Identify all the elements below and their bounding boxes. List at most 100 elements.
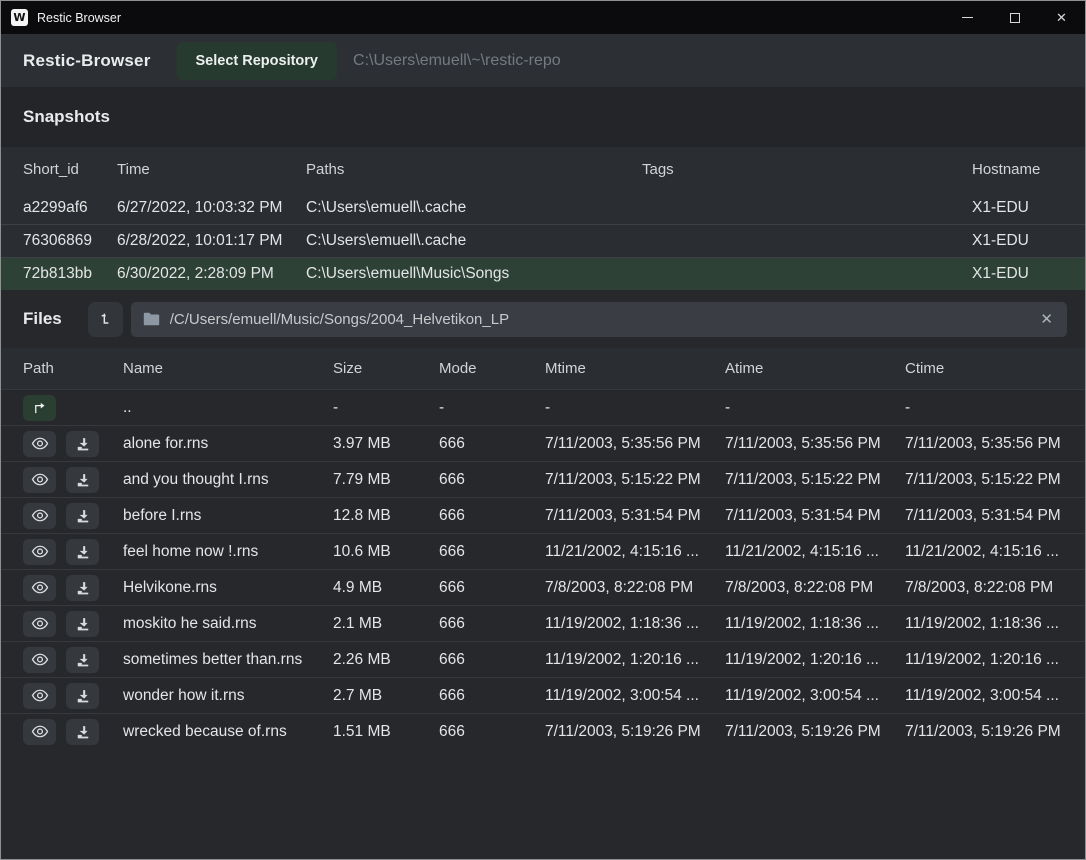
preview-button[interactable] [23,719,56,745]
snapshot-time: 6/30/2022, 2:28:09 PM [117,265,306,283]
files-table-header: Path Name Size Mode Mtime Atime Ctime [1,348,1085,389]
eye-icon [31,437,49,450]
file-size: 2.7 MB [333,687,439,705]
preview-button[interactable] [23,647,56,673]
root-nav-icon [97,311,113,327]
download-button[interactable] [66,719,99,745]
file-mode: 666 [439,507,545,525]
files-path-text: /C/Users/emuell/Music/Songs/2004_Helveti… [170,311,1039,328]
maximize-icon [1010,13,1020,23]
file-mtime: 7/11/2003, 5:35:56 PM [545,435,725,453]
eye-icon [31,545,49,558]
file-atime: 7/11/2003, 5:35:56 PM [725,435,905,453]
preview-button[interactable] [23,503,56,529]
file-mode: 666 [439,543,545,561]
file-atime: 11/21/2002, 4:15:16 ... [725,543,905,561]
col-hostname: Hostname [972,161,1075,178]
file-ctime: 11/19/2002, 1:18:36 ... [905,615,1075,633]
file-mtime: 7/11/2003, 5:31:54 PM [545,507,725,525]
file-size: 12.8 MB [333,507,439,525]
file-row: Helvikone.rns 4.9 MB 666 7/8/2003, 8:22:… [1,569,1085,605]
col-tags: Tags [642,161,972,178]
download-icon [76,473,90,487]
col-mode: Mode [439,360,545,377]
snapshot-short-id: a2299af6 [23,199,117,217]
col-short-id: Short_id [23,161,117,178]
file-atime: 7/11/2003, 5:31:54 PM [725,507,905,525]
root-nav-button[interactable] [88,302,123,337]
file-atime: 7/11/2003, 5:15:22 PM [725,471,905,489]
preview-button[interactable] [23,611,56,637]
download-button[interactable] [66,431,99,457]
file-row: wonder how it.rns 2.7 MB 666 11/19/2002,… [1,677,1085,713]
download-button[interactable] [66,575,99,601]
file-mode: 666 [439,651,545,669]
minimize-button[interactable] [944,1,991,34]
download-icon [76,689,90,703]
file-mode: 666 [439,687,545,705]
repository-toolbar: Restic-Browser Select Repository C:\User… [1,34,1085,87]
eye-icon [31,617,49,630]
file-size: 1.51 MB [333,723,439,741]
file-ctime: 11/21/2002, 4:15:16 ... [905,543,1075,561]
snapshot-row-selected[interactable]: 72b813bb 6/30/2022, 2:28:09 PM C:\Users\… [1,257,1085,290]
clear-path-button[interactable]: ✕ [1038,310,1055,328]
col-time: Time [117,161,306,178]
eye-icon [31,509,49,522]
preview-button[interactable] [23,539,56,565]
download-icon [76,653,90,667]
file-mode: 666 [439,471,545,489]
file-row: and you thought I.rns 7.79 MB 666 7/11/2… [1,461,1085,497]
file-size: 4.9 MB [333,579,439,597]
file-mode: 666 [439,435,545,453]
empty-area [1,749,1085,859]
file-mtime: 7/11/2003, 5:15:22 PM [545,471,725,489]
maximize-button[interactable] [991,1,1038,34]
file-row: before I.rns 12.8 MB 666 7/11/2003, 5:31… [1,497,1085,533]
snapshot-hostname: X1-EDU [972,232,1075,250]
repository-path-input[interactable]: C:\Users\emuell\~\restic-repo [353,52,1063,70]
col-paths: Paths [306,161,642,178]
select-repository-button[interactable]: Select Repository [177,42,338,80]
parent-dir-row: .. - - - - - [1,389,1085,425]
col-path: Path [23,360,123,377]
file-name: moskito he said.rns [123,615,333,633]
preview-button[interactable] [23,431,56,457]
snapshot-time: 6/28/2022, 10:01:17 PM [117,232,306,250]
eye-icon [31,653,49,666]
app-window: W Restic Browser ✕ Restic-Browser Select… [0,0,1086,860]
download-button[interactable] [66,611,99,637]
files-path-field[interactable]: /C/Users/emuell/Music/Songs/2004_Helveti… [131,302,1067,337]
level-up-button[interactable] [23,395,56,421]
preview-button[interactable] [23,467,56,493]
file-atime: 7/11/2003, 5:19:26 PM [725,723,905,741]
download-button[interactable] [66,683,99,709]
file-name: and you thought I.rns [123,471,333,489]
file-mode: 666 [439,615,545,633]
col-name: Name [123,360,333,377]
col-atime: Atime [725,360,905,377]
snapshot-paths: C:\Users\emuell\Music\Songs [306,265,642,283]
preview-button[interactable] [23,683,56,709]
file-ctime: 7/11/2003, 5:15:22 PM [905,471,1075,489]
file-name: Helvikone.rns [123,579,333,597]
download-icon [76,725,90,739]
download-button[interactable] [66,647,99,673]
window-title: Restic Browser [37,11,121,25]
snapshot-row[interactable]: a2299af6 6/27/2022, 10:03:32 PM C:\Users… [1,191,1085,224]
folder-icon [143,312,160,326]
file-atime: 11/19/2002, 1:18:36 ... [725,615,905,633]
download-button[interactable] [66,467,99,493]
col-size: Size [333,360,439,377]
download-icon [76,437,90,451]
level-up-icon [32,401,47,414]
file-ctime: 7/11/2003, 5:19:26 PM [905,723,1075,741]
snapshot-row[interactable]: 76306869 6/28/2022, 10:01:17 PM C:\Users… [1,224,1085,257]
preview-button[interactable] [23,575,56,601]
snapshots-title: Snapshots [23,107,110,127]
file-mtime: 11/19/2002, 1:18:36 ... [545,615,725,633]
download-button[interactable] [66,539,99,565]
download-button[interactable] [66,503,99,529]
files-title: Files [23,309,62,329]
close-button[interactable]: ✕ [1038,1,1085,34]
